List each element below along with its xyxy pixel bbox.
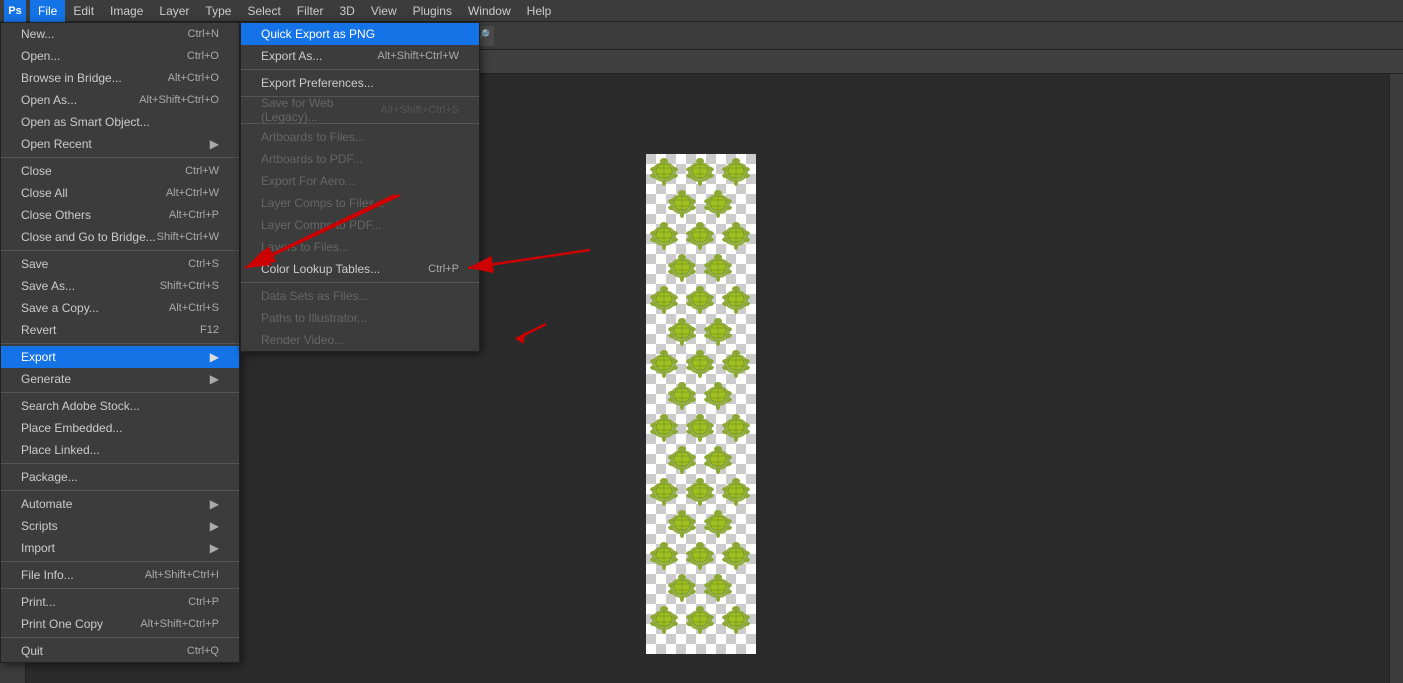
export-layer-comps-pdf[interactable]: Layer Comps to PDF... <box>241 214 479 236</box>
menu-sep-9 <box>1 637 239 638</box>
menu-view[interactable]: View <box>363 0 405 22</box>
export-sep-4 <box>241 282 479 283</box>
menu-filter[interactable]: Filter <box>289 0 332 22</box>
menu-sep-7 <box>1 561 239 562</box>
export-for-aero[interactable]: Export For Aero... <box>241 170 479 192</box>
menu-sep-3 <box>1 343 239 344</box>
menu-edit[interactable]: Edit <box>65 0 102 22</box>
menu-layer[interactable]: Layer <box>151 0 197 22</box>
menu-item-export[interactable]: Export ▶ <box>1 346 239 368</box>
export-artboards-files[interactable]: Artboards to Files... <box>241 126 479 148</box>
menu-item-import[interactable]: Import ▶ <box>1 537 239 559</box>
menu-help[interactable]: Help <box>519 0 560 22</box>
menu-item-save-copy[interactable]: Save a Copy... Alt+Ctrl+S <box>1 297 239 319</box>
menu-item-quit[interactable]: Quit Ctrl+Q <box>1 640 239 662</box>
menu-sep-6 <box>1 490 239 491</box>
menu-item-new[interactable]: New... Ctrl+N <box>1 23 239 45</box>
menu-item-search-stock[interactable]: Search Adobe Stock... <box>1 395 239 417</box>
file-menu-dropdown[interactable]: New... Ctrl+N Open... Ctrl+O Browse in B… <box>0 22 240 663</box>
export-quick-png[interactable]: Quick Export as PNG <box>241 23 479 45</box>
menu-item-close-all[interactable]: Close All Alt+Ctrl+W <box>1 182 239 204</box>
menu-window[interactable]: Window <box>460 0 519 22</box>
menu-item-save-as[interactable]: Save As... Shift+Ctrl+S <box>1 275 239 297</box>
menu-item-close-others[interactable]: Close Others Alt+Ctrl+P <box>1 204 239 226</box>
export-save-web[interactable]: Save for Web (Legacy)... Alt+Shift+Ctrl+… <box>241 99 479 121</box>
menu-item-place-embedded[interactable]: Place Embedded... <box>1 417 239 439</box>
menu-sep-4 <box>1 392 239 393</box>
menu-plugins[interactable]: Plugins <box>405 0 460 22</box>
menu-item-place-linked[interactable]: Place Linked... <box>1 439 239 461</box>
menu-sep-2 <box>1 250 239 251</box>
menu-item-package[interactable]: Package... <box>1 466 239 488</box>
menu-item-open-recent[interactable]: Open Recent ▶ <box>1 133 239 155</box>
canvas-document <box>646 154 756 654</box>
menu-item-save[interactable]: Save Ctrl+S <box>1 253 239 275</box>
menu-select[interactable]: Select <box>239 0 288 22</box>
menu-item-open[interactable]: Open... Ctrl+O <box>1 45 239 67</box>
menu-item-close[interactable]: Close Ctrl+W <box>1 160 239 182</box>
menu-item-open-smart[interactable]: Open as Smart Object... <box>1 111 239 133</box>
export-as[interactable]: Export As... Alt+Shift+Ctrl+W <box>241 45 479 67</box>
export-layer-comps-files[interactable]: Layer Comps to Files... <box>241 192 479 214</box>
app-logo: Ps <box>4 0 26 22</box>
menu-sep-1 <box>1 157 239 158</box>
export-paths-illustrator[interactable]: Paths to Illustrator... <box>241 307 479 329</box>
menu-file[interactable]: File <box>30 0 65 22</box>
menu-item-file-info[interactable]: File Info... Alt+Shift+Ctrl+I <box>1 564 239 586</box>
menu-3d[interactable]: 3D <box>331 0 362 22</box>
menu-item-print-one[interactable]: Print One Copy Alt+Shift+Ctrl+P <box>1 613 239 635</box>
right-panel <box>1389 74 1403 683</box>
menu-item-close-bridge[interactable]: Close and Go to Bridge... Shift+Ctrl+W <box>1 226 239 248</box>
menu-image[interactable]: Image <box>102 0 151 22</box>
export-sep-1 <box>241 69 479 70</box>
menu-item-generate[interactable]: Generate ▶ <box>1 368 239 390</box>
menu-item-open-as[interactable]: Open As... Alt+Shift+Ctrl+O <box>1 89 239 111</box>
menu-sep-5 <box>1 463 239 464</box>
menu-sep-8 <box>1 588 239 589</box>
export-submenu[interactable]: Quick Export as PNG Export As... Alt+Shi… <box>240 22 480 352</box>
export-artboards-pdf[interactable]: Artboards to PDF... <box>241 148 479 170</box>
menu-item-scripts[interactable]: Scripts ▶ <box>1 515 239 537</box>
export-layers-files[interactable]: Layers to Files... <box>241 236 479 258</box>
export-render-video[interactable]: Render Video... <box>241 329 479 351</box>
turtle-pattern-svg <box>646 154 756 654</box>
export-datasets[interactable]: Data Sets as Files... <box>241 285 479 307</box>
menu-item-automate[interactable]: Automate ▶ <box>1 493 239 515</box>
menu-bar: Ps File Edit Image Layer Type Select Fil… <box>0 0 1403 22</box>
menu-item-print[interactable]: Print... Ctrl+P <box>1 591 239 613</box>
export-color-lookup[interactable]: Color Lookup Tables... Ctrl+P <box>241 258 479 280</box>
menu-item-revert[interactable]: Revert F12 <box>1 319 239 341</box>
menu-type[interactable]: Type <box>197 0 239 22</box>
menu-item-browse-bridge[interactable]: Browse in Bridge... Alt+Ctrl+O <box>1 67 239 89</box>
export-preferences[interactable]: Export Preferences... <box>241 72 479 94</box>
